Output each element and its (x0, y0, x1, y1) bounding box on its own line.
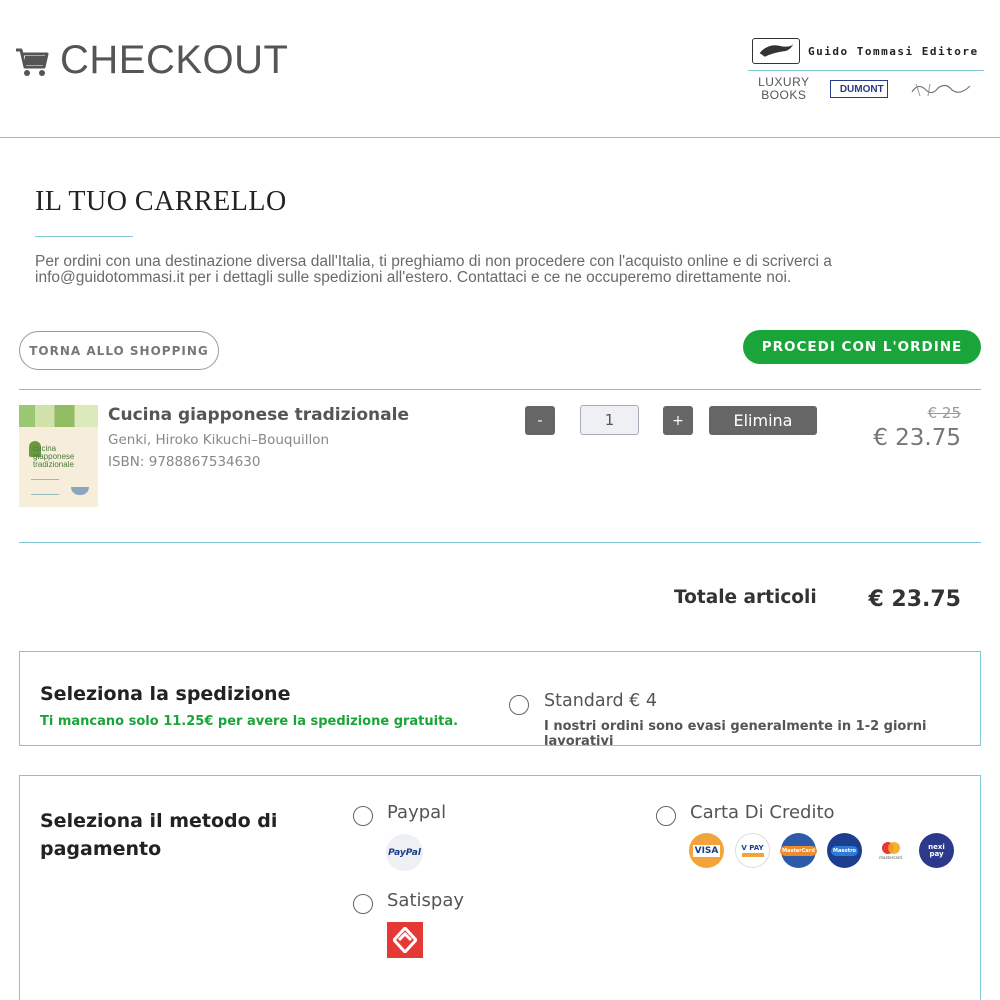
publisher-logo[interactable]: Guido Tommasi Editore (752, 38, 979, 64)
item-divider-bottom (19, 542, 981, 543)
paypal-logo-icon: PayPal (386, 834, 423, 871)
shipping-notice: Per ordini con una destinazione diversa … (35, 253, 832, 286)
mastercard-small-text: mastercard (879, 855, 902, 860)
mastercard-small-icon: mastercard (873, 833, 908, 868)
cover-text-lines (31, 479, 59, 495)
payment-title: Seleziona il metodo di pagamento (40, 810, 278, 860)
shipping-standard-label[interactable]: Standard € 4 (544, 691, 657, 711)
book-cover-image[interactable]: cucina giapponese tradizionale (19, 405, 98, 507)
paypal-logo-text: PayPal (388, 847, 421, 858)
free-shipping-note: Ti mancano solo 11.25€ per avere la sped… (40, 714, 459, 729)
luxury-line-2: BOOKS (761, 88, 807, 102)
delete-item-button[interactable]: Elimina (709, 406, 817, 435)
visa-text: VISA (692, 844, 721, 857)
shipping-standard-radio[interactable] (509, 695, 529, 715)
item-divider-top (19, 389, 981, 390)
cart-icon (16, 48, 49, 76)
maestro-text: Maestro (830, 845, 858, 856)
satispay-label[interactable]: Satispay (387, 890, 464, 911)
dumont-logo[interactable]: DUMONT (829, 80, 888, 98)
page-title: CHECKOUT (60, 38, 289, 82)
heading-underline (35, 236, 133, 237)
quantity-decrease-button[interactable]: - (525, 406, 555, 435)
satispay-logo-icon (387, 922, 423, 958)
luxury-books-logo[interactable]: LUXURY BOOKS (758, 76, 809, 102)
proceed-order-button[interactable]: PROCEDI CON L'ORDINE (743, 330, 981, 364)
discounted-price: € 23.75 (873, 425, 961, 451)
publisher-name: Guido Tommasi Editore (808, 44, 979, 58)
paypal-label[interactable]: Paypal (387, 802, 446, 823)
item-title[interactable]: Cucina giapponese tradizionale (108, 405, 409, 425)
header: CHECKOUT Guido Tommasi Editore LUXURY BO… (0, 0, 1000, 138)
item-authors: Genki, Hiroko Kikuchi–Bouquillon (108, 432, 330, 448)
quantity-increase-button[interactable]: + (663, 406, 693, 435)
cart-heading: IL TUO CARRELLO (35, 186, 287, 217)
credit-card-label[interactable]: Carta Di Credito (690, 802, 835, 823)
bowl-icon (71, 487, 89, 495)
brand-logos[interactable]: Guido Tommasi Editore LUXURY BOOKS DUMON… (748, 36, 988, 116)
dolphin-icon (752, 38, 800, 64)
card-logos: VISA V PAY MasterCard Maestro mastercard… (689, 833, 954, 868)
checkout-title: CHECKOUT (14, 38, 288, 83)
nexi-pay-icon: nexi pay (919, 833, 954, 868)
vpay-stripe (741, 853, 764, 857)
shipping-title: Seleziona la spedizione (40, 683, 291, 705)
imprint-logos: LUXURY BOOKS DUMONT (748, 76, 984, 102)
visa-icon: VISA (689, 833, 724, 868)
paypal-radio[interactable] (353, 806, 373, 826)
lapsus-logo-icon[interactable] (908, 78, 974, 100)
maestro-icon: Maestro (827, 833, 862, 868)
quantity-input[interactable] (580, 405, 639, 435)
total-value: € 23.75 (868, 587, 961, 612)
mastercard-icon: MasterCard (780, 833, 817, 868)
satispay-radio[interactable] (353, 894, 373, 914)
brand-divider (748, 70, 984, 71)
credit-card-radio[interactable] (656, 806, 676, 826)
vpay-text: V PAY (741, 844, 764, 852)
original-price: € 25 (927, 404, 961, 422)
item-isbn: ISBN: 9788867534630 (108, 454, 261, 470)
vpay-icon: V PAY (735, 833, 770, 868)
cover-title: cucina giapponese tradizionale (33, 444, 75, 469)
shipping-standard-description: I nostri ordini sono evasi generalmente … (544, 719, 927, 749)
dumont-text: DUMONT (839, 83, 884, 95)
back-to-shopping-button[interactable]: TORNA ALLO SHOPPING (19, 331, 219, 370)
mastercard-text: MasterCard (780, 845, 817, 856)
leaves-decoration (19, 405, 98, 427)
nexi-text: nexi pay (928, 842, 945, 858)
total-label: Totale articoli (674, 587, 817, 608)
